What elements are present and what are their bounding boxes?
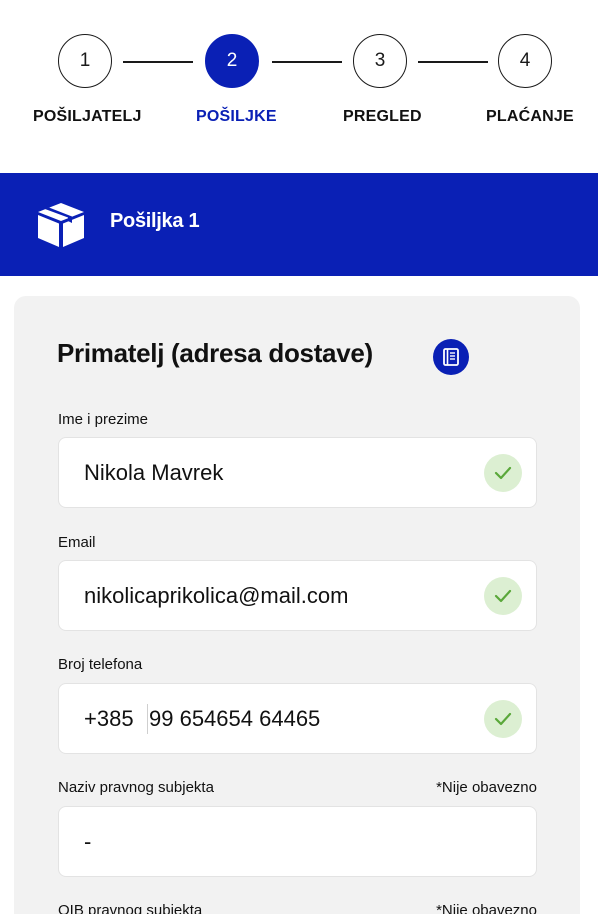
address-book-icon[interactable] <box>433 339 469 375</box>
company-name-value: - <box>84 829 92 854</box>
optional-note: *Nije obavezno <box>436 779 537 796</box>
email-label: Email <box>58 534 96 551</box>
optional-note: *Nije obavezno <box>436 902 537 914</box>
full-name-field[interactable]: Nikola Mavrek <box>58 437 537 508</box>
phone-field[interactable]: +385 99 654654 64465 <box>58 683 537 754</box>
shipment-banner[interactable]: Pošiljka 1 <box>0 173 598 276</box>
step-4-circle[interactable]: 4 <box>498 34 552 88</box>
phone-label: Broj telefona <box>58 656 143 673</box>
email-value: nikolicaprikolica@mail.com <box>84 583 349 608</box>
step-number: 4 <box>519 50 531 71</box>
step-connector <box>123 61 193 63</box>
step-2-circle[interactable]: 2 <box>205 34 259 88</box>
step-number: 1 <box>79 50 91 71</box>
phone-value: 99 654654 64465 <box>149 706 321 731</box>
step-number: 2 <box>226 50 238 71</box>
recipient-form-title: Primatelj (adresa dostave) <box>57 338 373 368</box>
recipient-form-card: Primatelj (adresa dostave) Ime i prezime… <box>14 296 580 914</box>
step-3-label: PREGLED <box>343 108 422 125</box>
email-field[interactable]: nikolicaprikolica@mail.com <box>58 560 537 631</box>
phone-country-prefix[interactable]: +385 <box>84 706 134 732</box>
phone-divider <box>147 704 148 734</box>
full-name-label: Ime i prezime <box>58 411 149 428</box>
valid-check-icon <box>484 577 522 615</box>
company-name-label: Naziv pravnog subjekta <box>58 779 214 796</box>
valid-check-icon <box>484 700 522 738</box>
step-1-label: POŠILJATELJ <box>33 108 142 125</box>
step-connector <box>272 61 342 63</box>
full-name-value: Nikola Mavrek <box>84 460 224 485</box>
company-name-field[interactable]: - <box>58 806 537 877</box>
step-2-label: POŠILJKE <box>196 108 277 125</box>
package-box-icon <box>34 199 88 251</box>
shipment-title: Pošiljka 1 <box>110 210 200 232</box>
step-1-circle[interactable]: 1 <box>58 34 112 88</box>
step-3-circle[interactable]: 3 <box>353 34 407 88</box>
progress-stepper: 1 2 3 4 POŠILJATELJ POŠILJKE PREGLED PLA… <box>0 0 598 173</box>
step-4-label: PLAĆANJE <box>486 108 574 125</box>
company-oib-label: OIB pravnog subjekta <box>58 902 203 914</box>
step-connector <box>418 61 488 63</box>
step-number: 3 <box>374 50 386 71</box>
valid-check-icon <box>484 454 522 492</box>
